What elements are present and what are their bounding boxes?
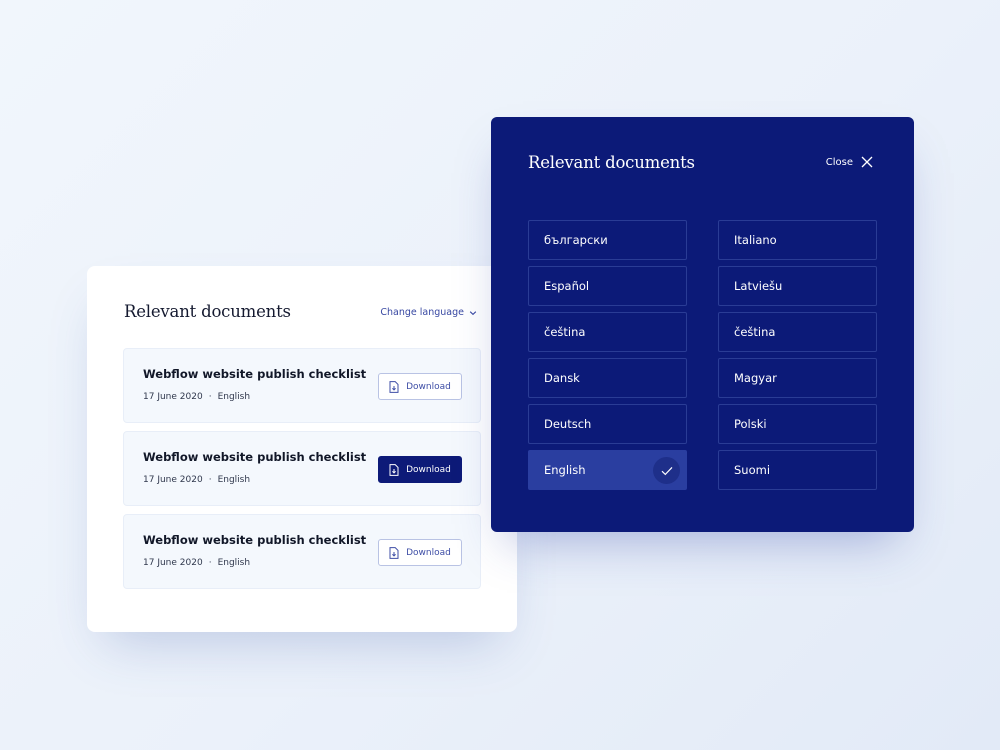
download-button-label: Download xyxy=(406,381,451,392)
close-icon xyxy=(861,156,873,168)
language-option[interactable]: čeština xyxy=(528,312,687,352)
document-title: Webflow website publish checklist xyxy=(143,450,367,464)
language-modal: Relevant documents Close български Itali… xyxy=(491,117,914,532)
document-item: Webflow website publish checklist 17 Jun… xyxy=(123,431,481,506)
language-option-label: Magyar xyxy=(734,371,777,385)
document-meta: 17 June 2020 · English xyxy=(143,558,250,568)
language-option-label: Italiano xyxy=(734,233,777,247)
language-option[interactable]: Deutsch xyxy=(528,404,687,444)
meta-separator: · xyxy=(208,558,212,568)
checkmark-icon xyxy=(653,457,680,484)
chevron-down-icon xyxy=(469,309,477,317)
documents-card: Relevant documents Change language Webfl… xyxy=(87,266,517,632)
download-button[interactable]: Download xyxy=(378,373,462,400)
language-option-label: Polski xyxy=(734,417,767,431)
language-option-label: Dansk xyxy=(544,371,580,385)
language-grid: български Italiano Español Latviešu češt… xyxy=(528,220,877,490)
language-option[interactable]: Dansk xyxy=(528,358,687,398)
language-option-label: Suomi xyxy=(734,463,771,477)
download-button[interactable]: Download xyxy=(378,456,462,483)
language-option[interactable]: Magyar xyxy=(718,358,877,398)
file-download-icon xyxy=(389,380,399,393)
language-option[interactable]: Italiano xyxy=(718,220,877,260)
document-date: 17 June 2020 xyxy=(143,475,203,485)
language-option[interactable]: Latviešu xyxy=(718,266,877,306)
download-button[interactable]: Download xyxy=(378,539,462,566)
change-language-label: Change language xyxy=(380,307,464,318)
meta-separator: · xyxy=(208,392,212,402)
document-date: 17 June 2020 xyxy=(143,392,203,402)
language-option[interactable]: Suomi xyxy=(718,450,877,490)
close-label: Close xyxy=(825,156,853,168)
language-option-label: Español xyxy=(544,279,590,293)
language-option-label: български xyxy=(544,233,608,247)
close-button[interactable]: Close xyxy=(826,156,873,168)
download-button-label: Download xyxy=(406,547,451,558)
language-option-selected[interactable]: English xyxy=(528,450,687,490)
language-option[interactable]: български xyxy=(528,220,687,260)
document-item: Webflow website publish checklist 17 Jun… xyxy=(123,514,481,589)
language-option[interactable]: čeština xyxy=(718,312,877,352)
file-download-icon xyxy=(389,546,399,559)
document-title: Webflow website publish checklist xyxy=(143,533,367,547)
language-option-label: Deutsch xyxy=(544,417,592,431)
document-title: Webflow website publish checklist xyxy=(143,367,367,381)
change-language-button[interactable]: Change language xyxy=(380,307,477,318)
language-option-label: čeština xyxy=(734,325,776,339)
file-download-icon xyxy=(389,463,399,476)
document-item: Webflow website publish checklist 17 Jun… xyxy=(123,348,481,423)
document-meta: 17 June 2020 · English xyxy=(143,475,250,485)
document-language: English xyxy=(217,558,251,568)
language-modal-title: Relevant documents xyxy=(528,153,695,172)
language-option-label: Latviešu xyxy=(734,279,783,293)
language-option[interactable]: Polski xyxy=(718,404,877,444)
download-button-label: Download xyxy=(406,464,451,475)
language-option-label: čeština xyxy=(544,325,586,339)
document-meta: 17 June 2020 · English xyxy=(143,392,250,402)
documents-card-title: Relevant documents xyxy=(124,302,291,321)
meta-separator: · xyxy=(208,475,212,485)
language-option[interactable]: Español xyxy=(528,266,687,306)
document-language: English xyxy=(217,475,251,485)
document-list: Webflow website publish checklist 17 Jun… xyxy=(123,348,481,597)
document-language: English xyxy=(217,392,251,402)
language-option-label: English xyxy=(544,463,586,477)
document-date: 17 June 2020 xyxy=(143,558,203,568)
